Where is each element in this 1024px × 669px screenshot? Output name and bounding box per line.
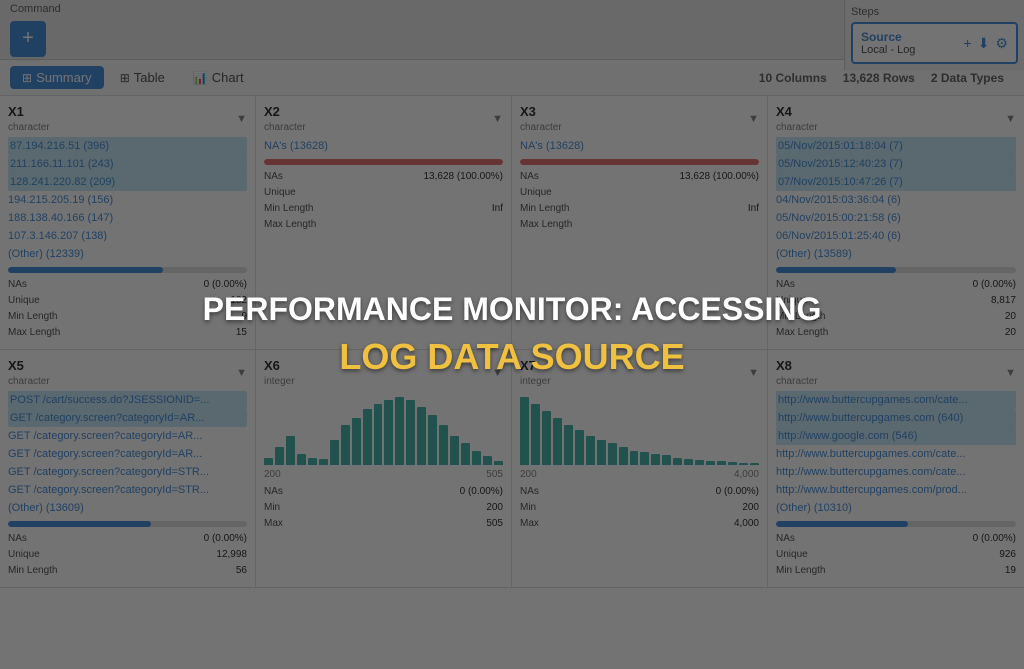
overlay-title: PERFORMANCE MONITOR: ACCESSING xyxy=(203,291,822,328)
overlay-subtitle: LOG DATA SOURCE xyxy=(339,336,684,378)
overlay: PERFORMANCE MONITOR: ACCESSING LOG DATA … xyxy=(0,0,1024,669)
